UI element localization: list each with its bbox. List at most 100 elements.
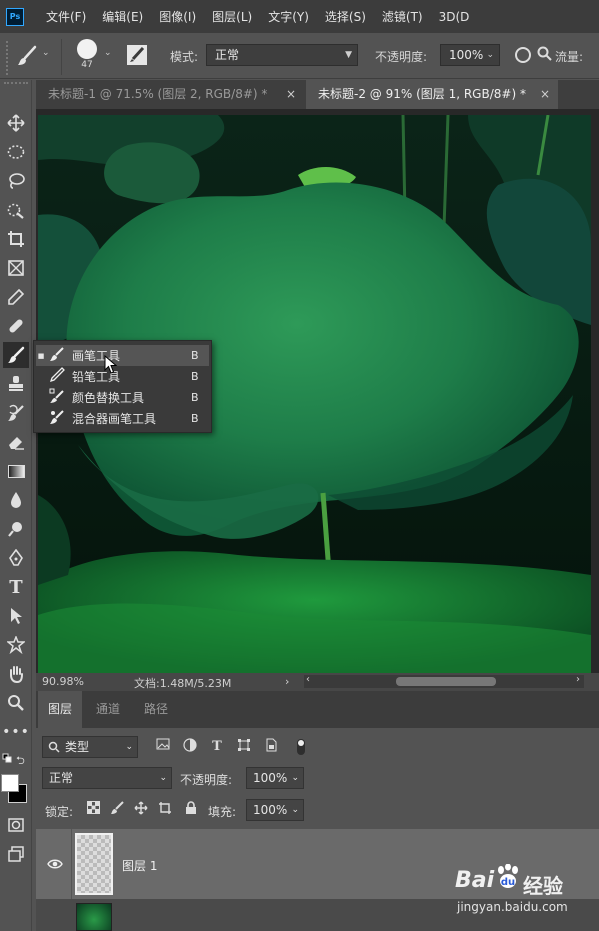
eraser-tool-icon[interactable] [3,429,29,455]
menu-image[interactable]: 图像(I) [159,8,196,25]
brush-settings-icon[interactable] [127,45,147,65]
dodge-tool-icon[interactable] [3,516,29,542]
zoom-level[interactable]: 90.98% [42,675,84,688]
chevron-down-icon[interactable]: ⌄ [42,48,50,58]
lasso-tool-icon[interactable] [3,168,29,194]
flyout-item-pencil[interactable]: 铅笔工具 B [36,366,209,387]
lock-position-icon[interactable] [132,801,150,819]
lock-transparent-pixels-icon[interactable] [84,801,102,819]
mode-dropdown[interactable]: 正常 ▼ [206,44,358,66]
move-tool-icon[interactable] [3,110,29,136]
filter-kind-dropdown[interactable]: 类型 ⌄ [42,736,138,758]
healing-brush-tool-icon[interactable] [3,313,29,339]
type-filter-icon[interactable]: T [208,738,226,756]
tab-document-1[interactable]: 未标题-1 @ 71.5% (图层 2, RGB/8#) * × [36,80,304,109]
flyout-item-mixer-brush[interactable]: 混合器画笔工具 B [36,408,209,429]
pen-tool-icon[interactable] [3,545,29,571]
layer-opacity-field[interactable]: 100% ⌄ [246,767,304,789]
layer-name[interactable]: 图层 1 [122,857,157,874]
crop-tool-icon[interactable] [3,226,29,252]
scroll-right-icon[interactable]: › [576,674,580,685]
shape-filter-icon[interactable] [235,738,253,756]
eye-icon[interactable] [47,858,63,873]
menu-3d[interactable]: 3D(D [439,10,470,24]
menu-type[interactable]: 文字(Y) [268,8,309,25]
lock-all-icon[interactable] [182,801,200,819]
watermark-brand: Bai [455,868,495,893]
pressure-opacity-icon[interactable] [515,47,531,63]
menu-layer[interactable]: 图层(L) [212,8,252,25]
layer-thumbnail[interactable] [76,903,112,931]
hand-tool-icon[interactable] [3,661,29,687]
path-selection-tool-icon[interactable] [3,603,29,629]
toolbar-grip [4,82,28,84]
brush-size-picker[interactable]: 47 [72,39,102,75]
more-tools-icon[interactable]: ••• [2,719,29,745]
chevron-down-icon: ⌄ [291,805,299,815]
mouse-cursor-icon [104,354,118,378]
paw-icon: du [495,863,521,895]
horizontal-scrollbar[interactable]: ‹ › [304,674,584,688]
pixel-filter-icon[interactable] [154,738,172,756]
filter-toggle-icon[interactable] [292,738,310,756]
tools-panel: T ••• ⮌ [0,80,32,931]
tab-layers[interactable]: 图层 [38,691,83,728]
svg-text:du: du [501,877,515,888]
blend-mode-dropdown[interactable]: 正常 ⌄ [42,767,172,789]
frame-tool-icon[interactable] [3,255,29,281]
chevron-down-icon: ⌄ [291,773,299,783]
gradient-tool-icon[interactable] [3,458,29,484]
flyout-item-label: 颜色替换工具 [72,391,145,405]
fill-label: 填充: [208,805,237,819]
brush-preset-icon[interactable] [16,45,38,70]
tab-document-2[interactable]: 未标题-2 @ 91% (图层 1, RGB/8#) * × [306,80,558,109]
chevron-down-icon[interactable]: ⌄ [104,48,112,58]
flyout-item-label: 铅笔工具 [72,370,121,384]
quick-selection-tool-icon[interactable] [3,197,29,223]
quick-mask-icon[interactable] [3,812,29,838]
blur-tool-icon[interactable] [3,487,29,513]
custom-shape-tool-icon[interactable] [3,632,29,658]
brush-size-value: 47 [81,60,93,70]
menu-filter[interactable]: 滤镜(T) [382,8,423,25]
type-tool-icon[interactable]: T [3,574,29,600]
document-info[interactable]: 文档:1.48M/5.23M [134,675,231,691]
scroll-left-icon[interactable]: ‹ [306,674,310,685]
clone-stamp-tool-icon[interactable] [3,371,29,397]
tab-channels[interactable]: 通道 [86,691,130,728]
chevron-right-icon[interactable]: › [285,675,289,688]
default-colors-icon[interactable] [2,752,12,766]
menu-file[interactable]: 文件(F) [46,8,86,25]
fill-field[interactable]: 100% ⌄ [246,799,304,821]
zoom-tool-icon[interactable] [3,690,29,716]
lock-artboard-icon[interactable] [156,801,174,819]
smart-object-filter-icon[interactable] [262,738,280,756]
menu-select[interactable]: 选择(S) [325,8,366,25]
flyout-item-color-replacement[interactable]: 颜色替换工具 B [36,387,209,408]
layer-thumbnail[interactable] [75,833,113,895]
swap-colors-icon[interactable]: ⮌ [16,752,25,771]
flyout-item-brush[interactable]: ■ 画笔工具 B [36,345,209,366]
shortcut-key: B [191,370,199,383]
blend-mode-value: 正常 [49,771,74,785]
foreground-color-swatch[interactable] [1,774,19,792]
scrollbar-thumb[interactable] [396,677,496,686]
tab-paths[interactable]: 路径 [134,691,178,728]
close-icon[interactable]: × [540,80,550,109]
lock-image-pixels-icon[interactable] [108,801,126,819]
opacity-value: 100% [449,48,484,62]
menu-edit[interactable]: 编辑(E) [102,8,143,25]
brush-tool-icon[interactable] [3,342,29,368]
history-brush-tool-icon[interactable] [3,400,29,426]
watermark-suffix: 经验 [523,874,563,898]
screen-mode-icon[interactable] [3,841,29,867]
shortcut-key: B [191,391,199,404]
layer-opacity-label: 不透明度: [180,773,233,787]
adjustment-filter-icon[interactable] [181,738,199,756]
marquee-tool-icon[interactable] [3,139,29,165]
tab-label: 未标题-2 @ 91% (图层 1, RGB/8#) * [318,87,526,101]
eyedropper-tool-icon[interactable] [3,284,29,310]
panel-tabs: 图层 通道 路径 [36,691,599,728]
opacity-field[interactable]: 100% ⌄ [440,44,500,66]
close-icon[interactable]: × [286,80,296,109]
